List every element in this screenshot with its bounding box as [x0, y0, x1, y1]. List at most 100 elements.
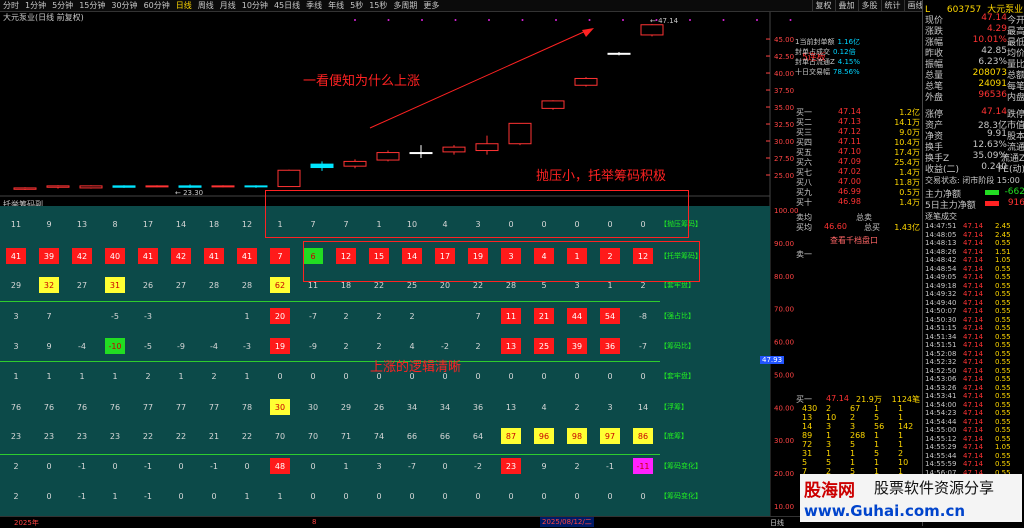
top-dot: [488, 19, 490, 21]
chip-cell: -2: [441, 341, 449, 351]
tick-volume: 0.55: [995, 409, 1011, 417]
queue-cell: 142: [898, 422, 914, 431]
tick-time: 14:48:42: [925, 256, 957, 264]
chip-cell: 87: [501, 428, 521, 444]
chip-cell: -5: [111, 311, 119, 321]
row-label: 【底筹】: [660, 432, 688, 440]
period-tab-0[interactable]: 分时: [0, 0, 22, 11]
watermark-brand: 股海网: [804, 481, 855, 501]
queue-cell: 31: [802, 449, 813, 458]
tick-volume: 0.55: [995, 392, 1011, 400]
period-tab-9[interactable]: 10分钟: [239, 0, 271, 11]
top-dot: [387, 19, 390, 21]
period-tab-1[interactable]: 1分钟: [22, 0, 49, 11]
period-tab-7[interactable]: 周线: [195, 0, 217, 11]
chip-cell: -8: [639, 311, 647, 321]
chip-cell: [204, 308, 224, 324]
tick-volume: 0.55: [995, 281, 1011, 290]
tick-row: 14:54:00 47.14 0.55: [925, 401, 1024, 409]
depth-link[interactable]: 查看千档盘口: [830, 235, 920, 246]
candle-body: [178, 185, 202, 188]
top-dot: [421, 19, 423, 21]
chip-cell: -9: [309, 341, 317, 351]
tick-price: 47.14: [963, 290, 984, 298]
tick-time: 14:52:08: [925, 349, 957, 358]
annotation-low-pressure: 抛压小，托举筹码积极: [536, 169, 667, 184]
tick-volume: 0.55: [995, 324, 1011, 332]
chip-cell: 3: [13, 341, 19, 351]
queue-cell: 1: [898, 413, 904, 422]
chip-cell: 0: [607, 491, 613, 501]
period-tab-11[interactable]: 季线: [303, 0, 325, 11]
tick-volume: 0.55: [995, 434, 1011, 443]
queue-cell: 430: [802, 404, 818, 413]
period-tab-10[interactable]: 45日线: [271, 0, 303, 11]
flow-bar: [985, 201, 999, 206]
period-tab-3[interactable]: 15分钟: [76, 0, 108, 11]
quote-row: 收益(二) 0.240 PE(动): [925, 162, 1024, 175]
toolbar-button-3[interactable]: 统计: [880, 0, 904, 11]
chip-cell: [72, 308, 92, 324]
chip-cell: 2: [574, 461, 580, 471]
period-tab-16[interactable]: 更多: [420, 0, 442, 11]
chip-cell: 62: [270, 277, 290, 293]
period-tab-14[interactable]: 15秒: [366, 0, 390, 11]
tick-time: 14:48:05: [925, 230, 957, 239]
tick-time: 14:55:00: [925, 426, 957, 434]
chip-cell: 8: [112, 219, 118, 229]
green-divider: [0, 361, 660, 362]
chip-cell: 0: [211, 491, 217, 501]
chip-cell: -1: [210, 461, 218, 471]
tick-row: 14:55:44 47.14 0.55: [925, 452, 1024, 460]
chip-cell: 27: [175, 280, 187, 290]
period-tab-8[interactable]: 月线: [217, 0, 239, 11]
period-tab-15[interactable]: 多周期: [390, 0, 420, 11]
price-tick-label: 37.50: [774, 87, 794, 95]
chip-cell: 3: [376, 461, 382, 471]
period-tab-4[interactable]: 30分钟: [108, 0, 140, 11]
chip-cell: 21: [208, 431, 220, 441]
queue-cell: 5: [802, 458, 808, 467]
queue-cell: 1: [826, 431, 832, 440]
toolbar-button-2[interactable]: 多股: [857, 0, 881, 11]
chip-cell: 76: [76, 402, 88, 412]
tick-price: 47.14: [963, 460, 984, 468]
chip-cell: 2: [376, 341, 382, 351]
tick-time: 14:54:44: [925, 417, 957, 426]
queue-cell: 1: [898, 440, 904, 449]
tick-row: 14:51:15 47.14 0.55: [925, 324, 1024, 332]
watermark-url: www.Guhai.com.cn: [804, 502, 966, 520]
top-dot: [722, 19, 725, 21]
period-tab-12[interactable]: 年线: [325, 0, 347, 11]
quote-row: 换手 12.63% 流通: [925, 140, 1024, 153]
period-tab-2[interactable]: 5分钟: [49, 0, 76, 11]
chip-cell: 76: [10, 402, 22, 412]
candle-body: [343, 160, 367, 167]
chip-cell: 0: [442, 461, 448, 471]
toolbar-button-0[interactable]: 复权: [811, 0, 835, 11]
toolbar-button-1[interactable]: 叠加: [834, 0, 858, 11]
chip-cell: 41: [138, 248, 158, 264]
bottom-period: 日线: [770, 519, 784, 527]
chip-cell: 7: [475, 311, 481, 321]
chip-cell: 0: [541, 371, 547, 381]
period-tab-6[interactable]: 日线: [173, 0, 195, 11]
chip-cell: 23: [43, 431, 55, 441]
chip-cell: 44: [567, 308, 587, 324]
quote-value: 96536: [978, 90, 1007, 100]
chip-cell: 77: [142, 402, 154, 412]
tick-time: 14:55:29: [925, 443, 957, 451]
chip-cell: 2: [574, 402, 580, 412]
chip-cell: 1: [112, 491, 118, 501]
side-price-marker: 47.93: [760, 356, 785, 364]
period-tab-5[interactable]: 60分钟: [141, 0, 173, 11]
chip-cell: 30: [307, 402, 319, 412]
period-tab-13[interactable]: 5秒: [347, 0, 366, 11]
queue-cell: 89: [802, 431, 813, 440]
top-dot: [555, 19, 557, 21]
tick-time: 14:55:12: [925, 434, 957, 443]
row-label: 【筹码变化】: [660, 462, 702, 470]
tick-time: 14:54:23: [925, 409, 957, 417]
chip-cell: 74: [373, 431, 385, 441]
queue-cell: 5: [826, 458, 832, 467]
